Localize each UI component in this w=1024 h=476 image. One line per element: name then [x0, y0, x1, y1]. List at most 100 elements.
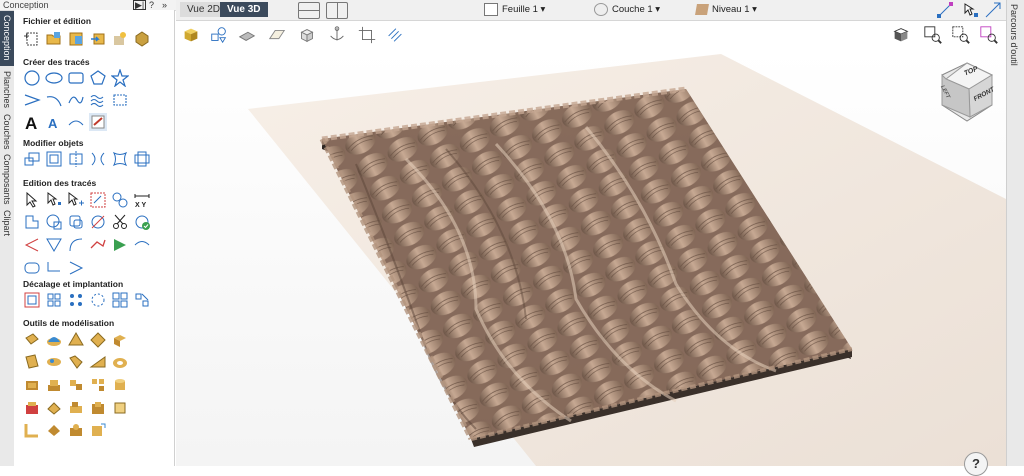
tab-couches[interactable]: Couches: [0, 114, 14, 150]
polyline-icon[interactable]: [23, 91, 41, 109]
copy-along-icon[interactable]: [111, 291, 129, 309]
rounded-rect-icon[interactable]: [23, 259, 41, 277]
text-on-curve-icon[interactable]: A: [45, 113, 63, 131]
rotate-icon[interactable]: [67, 150, 85, 168]
subtract-icon[interactable]: [45, 213, 63, 231]
distort-icon[interactable]: [111, 150, 129, 168]
model-dome-icon[interactable]: [45, 331, 63, 349]
model-cylinder-icon[interactable]: [111, 376, 129, 394]
model-cube-icon[interactable]: [111, 399, 129, 417]
circular-array-icon[interactable]: [89, 291, 107, 309]
close-panel-button[interactable]: »: [162, 0, 167, 10]
model-lens-icon[interactable]: [45, 353, 63, 371]
model-merge-icon[interactable]: [67, 376, 85, 394]
chevron-icon[interactable]: [67, 259, 85, 277]
split-view-icon[interactable]: [298, 2, 320, 19]
tab-planches[interactable]: Planches: [0, 68, 14, 112]
material-view-icon[interactable]: [236, 24, 258, 46]
model-split-icon[interactable]: [89, 376, 107, 394]
new-file-icon[interactable]: [23, 30, 41, 48]
nesting-icon[interactable]: [133, 291, 151, 309]
model-pyramid-icon[interactable]: [67, 331, 85, 349]
tab-composants[interactable]: Composants: [0, 152, 14, 206]
star-icon[interactable]: [111, 69, 129, 87]
transform-icon[interactable]: [89, 191, 107, 209]
rectangle-icon[interactable]: [67, 69, 85, 87]
model-shape-icon[interactable]: [23, 331, 41, 349]
level-dropdown[interactable]: Niveau 1 ▾: [695, 3, 757, 17]
fillet-icon[interactable]: [23, 236, 41, 254]
crop-icon[interactable]: [356, 24, 378, 46]
text-arc-icon[interactable]: [67, 113, 85, 131]
model-clear-icon[interactable]: [23, 421, 41, 439]
vector-select-icon[interactable]: [936, 1, 954, 19]
tab-clipart[interactable]: Clipart: [0, 208, 14, 238]
arc-icon[interactable]: [45, 91, 63, 109]
curve-icon[interactable]: [67, 91, 85, 109]
box-view-icon[interactable]: [296, 24, 318, 46]
scale-icon[interactable]: [45, 150, 63, 168]
hatch-icon[interactable]: [384, 24, 406, 46]
node-edit-icon[interactable]: [45, 191, 63, 209]
open-file-icon[interactable]: [45, 30, 63, 48]
sheet-view-icon[interactable]: [266, 24, 288, 46]
model-fade-icon[interactable]: [89, 399, 107, 417]
wave-icon[interactable]: [89, 91, 107, 109]
layer-dropdown[interactable]: Couche 1 ▾: [594, 3, 660, 17]
corner-icon[interactable]: [45, 259, 63, 277]
move-icon[interactable]: [23, 150, 41, 168]
move-nodes-icon[interactable]: [961, 1, 979, 19]
intersect-icon[interactable]: [67, 213, 85, 231]
tab-vue-3d[interactable]: Vue 3D: [220, 2, 268, 17]
align-icon[interactable]: [133, 150, 151, 168]
smooth-icon[interactable]: [89, 236, 107, 254]
help-button[interactable]: ?: [149, 0, 154, 10]
import-icon[interactable]: [89, 30, 107, 48]
model-twist-icon[interactable]: [67, 353, 85, 371]
sheet-dropdown[interactable]: Feuille 1 ▾: [484, 3, 545, 17]
scissors-icon[interactable]: [111, 213, 129, 231]
pin-button[interactable]: ▶|: [133, 0, 147, 10]
extend-icon[interactable]: [67, 236, 85, 254]
model-tile-icon[interactable]: [23, 376, 41, 394]
mirror-icon[interactable]: [89, 150, 107, 168]
fit-curves-icon[interactable]: [111, 236, 129, 254]
model-sweep-icon[interactable]: [23, 353, 41, 371]
select-icon[interactable]: [23, 191, 41, 209]
circle-icon[interactable]: [23, 69, 41, 87]
trim-icon[interactable]: [89, 213, 107, 231]
model-export-icon[interactable]: [89, 421, 107, 439]
model-freeze-icon[interactable]: [45, 421, 63, 439]
offset-icon[interactable]: [23, 291, 41, 309]
add-node-icon[interactable]: [67, 191, 85, 209]
zoom-extents-icon[interactable]: [950, 24, 972, 46]
split-vertical-icon[interactable]: [326, 2, 348, 19]
help-icon[interactable]: ?: [964, 452, 988, 476]
model-sculpt-icon[interactable]: [45, 399, 63, 417]
dimension-icon[interactable]: X Y: [133, 191, 151, 209]
array-icon[interactable]: [67, 291, 85, 309]
tab-conception[interactable]: Conception: [0, 10, 14, 66]
tab-parcours-outil[interactable]: Parcours d'outil: [1009, 4, 1019, 66]
transform-mode-icon[interactable]: [984, 1, 1002, 19]
pin-icon[interactable]: [133, 30, 151, 48]
model-smooth-icon[interactable]: [67, 399, 85, 417]
zoom-selection-icon[interactable]: [978, 24, 1000, 46]
anchor-icon[interactable]: [326, 24, 348, 46]
bitmap-trace-icon[interactable]: [111, 91, 129, 109]
model-erase-icon[interactable]: [23, 399, 41, 417]
zoom-in-icon[interactable]: [922, 24, 944, 46]
3d-viewport[interactable]: TOP FRONT LEFT: [176, 49, 1006, 466]
render-shaded-icon[interactable]: [890, 24, 912, 46]
model-view-icon[interactable]: [180, 24, 202, 46]
model-bake-icon[interactable]: [67, 421, 85, 439]
validate-icon[interactable]: [133, 213, 151, 231]
close-vectors-icon[interactable]: [133, 236, 151, 254]
polygon-icon[interactable]: [89, 69, 107, 87]
export-icon[interactable]: [111, 30, 129, 48]
view-cube[interactable]: TOP FRONT LEFT: [936, 61, 998, 123]
join-icon[interactable]: [23, 213, 41, 231]
model-diamond-icon[interactable]: [89, 331, 107, 349]
components-view-icon[interactable]: [208, 24, 230, 46]
ellipse-icon[interactable]: [45, 69, 63, 87]
